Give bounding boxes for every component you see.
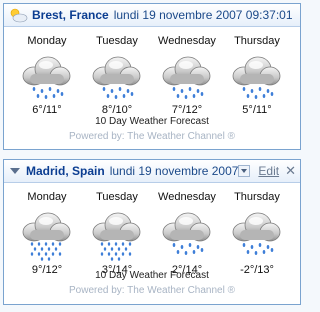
close-icon[interactable]: ✕ bbox=[285, 163, 296, 179]
widget-header: Brest, France lundi 19 novembre 2007 09:… bbox=[4, 4, 300, 27]
city-name[interactable]: Brest, France bbox=[32, 8, 109, 22]
menu-dropdown-icon[interactable] bbox=[238, 165, 251, 177]
heavy-rain-cloud-icon bbox=[92, 212, 141, 261]
rain-cloud-icon bbox=[232, 212, 281, 255]
day-temperature: 6°/11° bbox=[32, 104, 62, 116]
heavy-rain-cloud-icon bbox=[22, 212, 71, 261]
ten-day-forecast-link[interactable]: 10 Day Weather Forecast bbox=[4, 116, 300, 127]
ten-day-forecast-link[interactable]: 10 Day Weather Forecast bbox=[4, 270, 300, 281]
forecast-day: Thursday -2°/13° bbox=[222, 190, 292, 276]
rain-cloud-icon bbox=[92, 56, 141, 99]
collapse-arrow-icon[interactable] bbox=[10, 168, 20, 174]
weather-widget-brest: Brest, France lundi 19 novembre 2007 09:… bbox=[3, 3, 301, 150]
city-name[interactable]: Madrid, Spain bbox=[26, 164, 105, 178]
powered-by[interactable]: Powered by: The Weather Channel ® bbox=[4, 285, 300, 296]
forecast-days: Monday 9°/12° Tuesday 3°/14° Wednesday 2… bbox=[4, 190, 300, 276]
date-time: lundi 19 novembre 2007 bbox=[109, 164, 239, 178]
partly-cloudy-icon bbox=[10, 8, 28, 23]
day-name: Monday bbox=[27, 35, 67, 47]
forecast-day: Tuesday 3°/14° bbox=[82, 190, 152, 276]
powered-by[interactable]: Powered by: The Weather Channel ® bbox=[4, 131, 300, 142]
weather-widget-madrid: Madrid, Spain lundi 19 novembre 2007 Edi… bbox=[3, 159, 301, 305]
day-name: Tuesday bbox=[96, 191, 138, 203]
rain-cloud-icon bbox=[162, 56, 211, 99]
day-name: Thursday bbox=[234, 35, 280, 47]
forecast-days: Monday 6°/11° Tuesday 8°/10° Wednesday 7… bbox=[4, 34, 300, 116]
day-temperature: 7°/12° bbox=[171, 104, 203, 116]
day-temperature: 8°/10° bbox=[101, 104, 133, 116]
forecast-day: Wednesday 2°/14° bbox=[152, 190, 222, 276]
rain-cloud-icon bbox=[22, 56, 71, 99]
forecast-day: Thursday 5°/11° bbox=[222, 34, 292, 116]
forecast-day: Monday 9°/12° bbox=[12, 190, 82, 276]
edit-link[interactable]: Edit bbox=[258, 164, 279, 178]
day-name: Tuesday bbox=[96, 35, 138, 47]
forecast-day: Tuesday 8°/10° bbox=[82, 34, 152, 116]
day-name: Wednesday bbox=[158, 191, 216, 203]
rain-cloud-icon bbox=[232, 56, 281, 99]
day-name: Monday bbox=[27, 191, 67, 203]
rain-cloud-icon bbox=[162, 212, 211, 255]
widget-header: Madrid, Spain lundi 19 novembre 2007 Edi… bbox=[4, 160, 300, 183]
forecast-day: Wednesday 7°/12° bbox=[152, 34, 222, 116]
day-name: Thursday bbox=[234, 191, 280, 203]
day-temperature: 5°/11° bbox=[242, 104, 272, 116]
day-name: Wednesday bbox=[158, 35, 216, 47]
date-time: lundi 19 novembre 2007 09:37:01 bbox=[113, 8, 293, 22]
forecast-day: Monday 6°/11° bbox=[12, 34, 82, 116]
